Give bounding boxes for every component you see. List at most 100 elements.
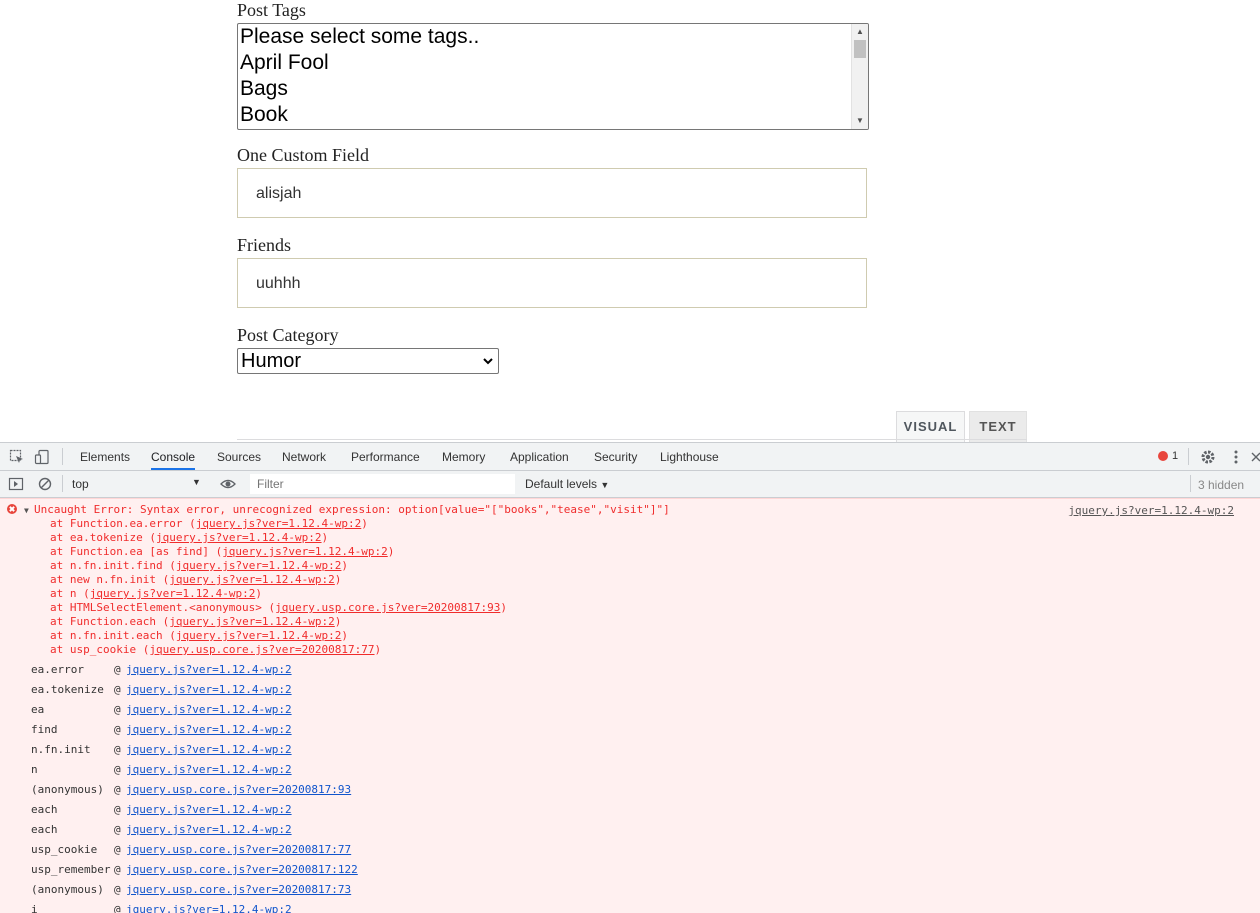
trace-link[interactable]: jquery.usp.core.js?ver=20200817:122 [126,863,358,876]
error-source-link[interactable]: jquery.js?ver=1.12.4-wp:2 [1068,504,1234,517]
stack-frame-link[interactable]: jquery.js?ver=1.12.4-wp:2 [156,531,322,544]
trace-link[interactable]: jquery.js?ver=1.12.4-wp:2 [126,663,292,676]
stack-frame-text: ) [321,531,329,544]
more-options-icon[interactable] [1228,449,1244,465]
trace-at-sign: @ [114,863,121,876]
trace-link[interactable]: jquery.js?ver=1.12.4-wp:2 [126,803,292,816]
tab-performance[interactable]: Performance [351,443,420,470]
trace-link[interactable]: jquery.js?ver=1.12.4-wp:2 [126,823,292,836]
trace-at-sign: @ [114,823,121,836]
stack-frame-text: at new n.fn.init ( [50,573,170,586]
tab-console[interactable]: Console [151,443,196,470]
scroll-down-icon[interactable]: ▼ [852,115,868,127]
trace-link[interactable]: jquery.js?ver=1.12.4-wp:2 [126,723,292,736]
trace-at-sign: @ [114,723,121,736]
trace-at-sign: @ [114,883,121,896]
expand-caret-icon[interactable]: ▼ [24,506,29,515]
stack-frame-text: ) [334,615,342,628]
trace-function: i [31,903,38,913]
tab-security[interactable]: Security [594,443,637,470]
trace-at-sign: @ [114,743,121,756]
tab-visual[interactable]: VISUAL [896,411,965,442]
log-levels-dropdown[interactable]: Default levels ▼ [525,477,609,491]
stack-frame-text: at ea.tokenize ( [50,531,156,544]
trace-at-sign: @ [114,783,121,796]
stack-frame: at n.fn.init.find (jquery.js?ver=1.12.4-… [50,559,348,573]
toolbar-divider [1188,448,1189,465]
trace-at-sign: @ [114,843,121,856]
stack-frame: at n (jquery.js?ver=1.12.4-wp:2) [50,587,262,601]
context-selector[interactable]: top [72,477,89,491]
stack-frame-link[interactable]: jquery.js?ver=1.12.4-wp:2 [222,545,388,558]
post-category-select[interactable]: Humor [237,348,499,374]
tag-option[interactable]: Bags [238,76,868,102]
stack-frame-text: ) [341,629,349,642]
trace-at-sign: @ [114,683,121,696]
trace-function: ea [31,703,45,716]
sidebar-toggle-icon[interactable] [8,476,24,492]
trace-at-sign: @ [114,803,121,816]
tab-elements[interactable]: Elements [80,443,130,470]
trace-link[interactable]: jquery.js?ver=1.12.4-wp:2 [126,763,292,776]
trace-function: (anonymous) [31,883,104,896]
stack-frame: at Function.ea.error (jquery.js?ver=1.12… [50,517,368,531]
stack-frame-text: at n ( [50,587,90,600]
friends-input[interactable]: uuhhh [237,258,867,308]
trace-link[interactable]: jquery.usp.core.js?ver=20200817:73 [126,883,351,896]
stack-frame-link[interactable]: jquery.js?ver=1.12.4-wp:2 [196,517,362,530]
eye-icon[interactable] [220,476,236,492]
post-category-value: Humor [241,350,302,372]
stack-frame-link[interactable]: jquery.js?ver=1.12.4-wp:2 [176,559,342,572]
scroll-up-icon[interactable]: ▲ [852,26,868,38]
trace-at-sign: @ [114,703,121,716]
trace-link[interactable]: jquery.js?ver=1.12.4-wp:2 [126,743,292,756]
stack-frame-text: at usp_cookie ( [50,643,150,656]
filter-input[interactable] [250,474,514,494]
trace-link[interactable]: jquery.usp.core.js?ver=20200817:93 [126,783,351,796]
tab-lighthouse[interactable]: Lighthouse [660,443,719,470]
devtools-panel: Elements Console Sources Network Perform… [0,442,1260,913]
console-output: ▼ Uncaught Error: Syntax error, unrecogn… [0,498,1260,913]
custom-field-value: alisjah [256,185,302,202]
trace-link[interactable]: jquery.js?ver=1.12.4-wp:2 [126,683,292,696]
tag-option[interactable]: Book [238,102,868,128]
stack-frame-text: at n.fn.init.find ( [50,559,176,572]
stack-frame-text: at Function.ea [as find] ( [50,545,223,558]
friends-label: Friends [237,235,291,255]
scrollbar-thumb[interactable] [854,40,866,58]
stack-frame-link[interactable]: jquery.js?ver=1.12.4-wp:2 [169,573,335,586]
inspect-element-icon[interactable] [9,449,25,465]
tag-option[interactable]: April Fool [238,50,868,76]
tab-memory[interactable]: Memory [442,443,485,470]
stack-frame-link[interactable]: jquery.js?ver=1.12.4-wp:2 [176,629,342,642]
trace-link[interactable]: jquery.js?ver=1.12.4-wp:2 [126,903,292,913]
close-icon[interactable] [1250,449,1260,465]
custom-field-input[interactable]: alisjah [237,168,867,218]
console-toolbar: top ▼ Default levels ▼ 3 hidden [0,471,1260,498]
device-toolbar-icon[interactable] [34,449,50,465]
stack-frame: at new n.fn.init (jquery.js?ver=1.12.4-w… [50,573,341,587]
stack-frame-link[interactable]: jquery.js?ver=1.12.4-wp:2 [169,615,335,628]
stack-frame-link[interactable]: jquery.js?ver=1.12.4-wp:2 [90,587,256,600]
friends-value: uuhhh [256,275,301,292]
filter-box[interactable] [250,474,515,494]
error-count-icon[interactable] [1158,451,1168,461]
trace-function: ea.error [31,663,84,676]
tab-text[interactable]: TEXT [969,411,1027,442]
gear-icon[interactable] [1200,449,1216,465]
tab-network[interactable]: Network [282,443,326,470]
tab-sources[interactable]: Sources [217,443,261,470]
clear-console-icon[interactable] [37,476,53,492]
tab-application[interactable]: Application [510,443,569,470]
tag-option[interactable]: Please select some tags.. [238,24,868,50]
trace-link[interactable]: jquery.usp.core.js?ver=20200817:77 [126,843,351,856]
trace-link[interactable]: jquery.js?ver=1.12.4-wp:2 [126,703,292,716]
stack-frame-text: ) [500,601,507,614]
error-count[interactable]: 1 [1172,450,1178,462]
stack-frame-text: ) [374,643,382,656]
post-tags-listbox[interactable]: Please select some tags.. April Fool Bag… [237,23,869,130]
listbox-scrollbar[interactable]: ▲ ▼ [851,24,868,129]
stack-frame-link[interactable]: jquery.usp.core.js?ver=20200817:93 [275,601,500,614]
stack-frame-link[interactable]: jquery.usp.core.js?ver=20200817:77 [149,643,374,656]
context-dropdown-icon[interactable]: ▼ [192,477,201,487]
